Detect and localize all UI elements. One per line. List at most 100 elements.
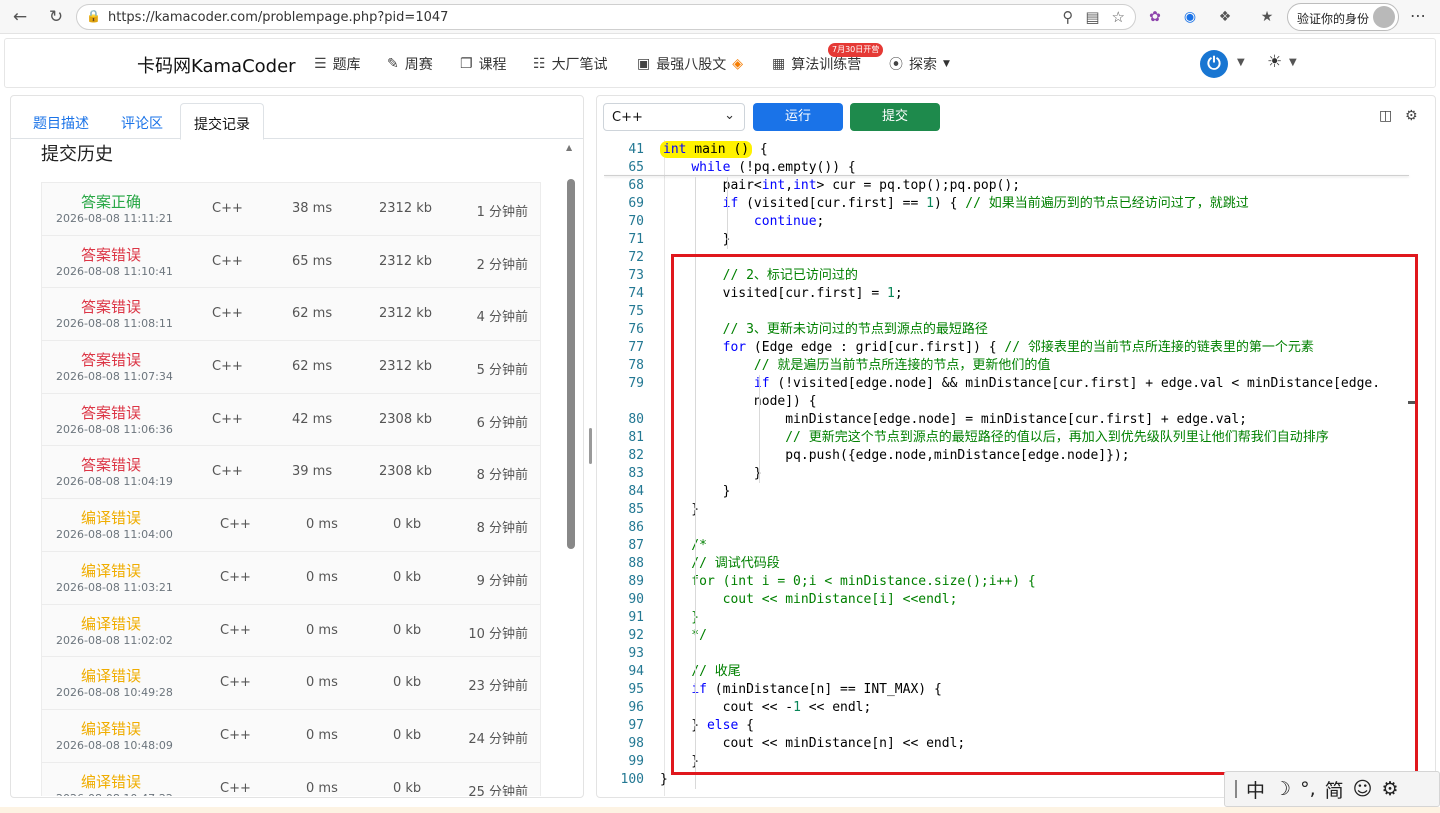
submission-memory: 0 kb xyxy=(393,780,422,796)
submission-row[interactable]: 答案错误 2026-08-08 11:04:19 C++ 39 ms 2308 kb 8 … xyxy=(41,445,541,499)
submission-runtime: 65 ms xyxy=(292,253,333,269)
theme-icon[interactable]: ☀ xyxy=(1267,52,1282,72)
favorite-icon[interactable]: ☆ xyxy=(1112,8,1125,26)
submission-status[interactable]: 答案正确 xyxy=(42,191,180,212)
ime-mode-chinese[interactable]: 中 xyxy=(1246,776,1265,803)
nav-problems[interactable]: ☰ 题库 xyxy=(314,54,361,74)
document-icon: ☷ xyxy=(533,56,546,72)
chevron-down-icon[interactable]: ▼ xyxy=(1237,57,1245,68)
code-view-icon[interactable]: ◫ xyxy=(1379,108,1392,124)
nav-courses[interactable]: ❐ 课程 xyxy=(460,54,507,74)
nav-written-tests[interactable]: ☷ 大厂笔试 xyxy=(533,54,608,74)
gear-icon[interactable]: ⚙ xyxy=(1405,108,1418,124)
line-number: 68 xyxy=(628,178,644,193)
nav-baguwen[interactable]: ▣ 最强八股文 ◈ xyxy=(637,54,743,74)
emoji-icon[interactable]: ☺ xyxy=(1353,778,1373,800)
code-line[interactable]: 41 int main () { xyxy=(604,141,1404,159)
submit-button[interactable]: 提交 xyxy=(850,103,940,131)
ime-simplified[interactable]: 简 xyxy=(1325,776,1344,803)
submission-row[interactable]: 答案错误 2026-08-08 11:06:36 C++ 42 ms 2308 kb 6 … xyxy=(41,392,541,446)
nav-explore[interactable]: ⦿ 探索 ▼ xyxy=(889,54,950,74)
submission-age: 25 分钟前 xyxy=(468,784,528,796)
submission-row[interactable]: 编译错误 2026-08-08 10:49:28 C++ 0 ms 0 kb 23 分钟前 xyxy=(41,656,541,709)
submission-runtime: 42 ms xyxy=(292,411,333,427)
submission-row[interactable]: 编译错误 2026-08-08 11:04:00 C++ 0 ms 0 kb 8 分钟前 xyxy=(41,498,541,551)
submission-row[interactable]: 答案错误 2026-08-08 11:10:41 C++ 65 ms 2312 kb 2 … xyxy=(41,234,541,288)
submission-row[interactable]: 答案错误 2026-08-08 11:07:34 C++ 62 ms 2312 kb 5 … xyxy=(41,340,541,393)
submission-status[interactable]: 编译错误 xyxy=(42,718,180,739)
submission-language: C++ xyxy=(220,780,251,796)
submission-row[interactable]: 编译错误2026-08-08 10:47:22 C++ 0 ms 0 kb 25 分钟前 xyxy=(41,761,541,796)
code-line[interactable]: 65 while (!pq.empty()) { xyxy=(604,159,1404,177)
submission-memory: 0 kb xyxy=(393,622,422,638)
profile-button[interactable]: 验证你的身份 xyxy=(1287,3,1399,31)
reload-icon[interactable]: ↻ xyxy=(44,6,68,28)
address-bar-actions: ⚲ ▤ ☆ xyxy=(1062,8,1125,26)
line-number: 86 xyxy=(628,520,644,535)
submission-status[interactable]: 编译错误 xyxy=(42,507,180,528)
line-number: 83 xyxy=(628,466,644,481)
submission-row[interactable]: 答案错误 2026-08-08 11:08:11 C++ 62 ms 2312 kb 4 … xyxy=(41,287,541,341)
moon-icon[interactable]: ☽ xyxy=(1274,778,1291,800)
submission-status[interactable]: 编译错误 xyxy=(42,771,180,792)
line-number: 99 xyxy=(628,754,644,769)
code-line[interactable]: 68 pair<int,int> cur = pq.top();pq.pop()… xyxy=(604,177,1404,195)
address-bar[interactable]: 🔒 https://kamacoder.com/problempage.php?… xyxy=(76,4,1136,30)
ime-settings-icon[interactable]: ⚙ xyxy=(1381,778,1398,800)
line-number: 79 xyxy=(628,376,644,391)
language-select[interactable]: C++ ⌄ xyxy=(603,103,745,131)
site-logo[interactable]: 卡码网KamaCoder xyxy=(137,52,296,78)
tab-comments[interactable]: 评论区 xyxy=(121,113,163,133)
history-title: 提交历史 xyxy=(41,144,113,165)
indent-guide xyxy=(727,177,728,249)
code-line[interactable]: 71 } xyxy=(604,231,1404,249)
scroll-up-icon[interactable]: ▲ xyxy=(566,143,572,152)
zoom-icon[interactable]: ⚲ xyxy=(1062,8,1073,26)
tab-description[interactable]: 题目描述 xyxy=(33,113,89,133)
line-number: 90 xyxy=(628,592,644,607)
submission-language: C++ xyxy=(212,201,243,216)
submission-time: 2026-08-08 10:48:09 xyxy=(56,738,173,752)
submission-row[interactable]: 编译错误 2026-08-08 10:48:09 C++ 0 ms 0 kb 24 分钟前 xyxy=(41,708,541,762)
tab-bar: 题目描述 评论区 提交记录 xyxy=(11,96,583,140)
back-icon[interactable]: ← xyxy=(8,6,32,28)
submission-status[interactable]: 编译错误 xyxy=(42,665,180,686)
line-number: 80 xyxy=(628,412,644,427)
power-icon[interactable]: ⏻ xyxy=(1200,50,1228,78)
submission-memory: 0 kb xyxy=(393,675,422,691)
code-line[interactable]: 69 if (visited[cur.first] == 1) { // 如果当… xyxy=(604,195,1404,213)
submission-status[interactable]: 答案错误 xyxy=(42,402,180,423)
nav-weekly[interactable]: ✎ 周赛 xyxy=(387,54,433,74)
nav-training-camp[interactable]: ▦ 算法训练营 xyxy=(772,54,861,74)
submission-status[interactable]: 答案错误 xyxy=(42,244,180,265)
code-line[interactable]: 70 continue; xyxy=(604,213,1404,231)
profile-label: 验证你的身份 xyxy=(1297,12,1370,26)
submission-status[interactable]: 编译错误 xyxy=(42,613,180,634)
tab-submissions[interactable]: 提交记录 xyxy=(180,103,264,140)
reader-icon[interactable]: ▤ xyxy=(1085,8,1099,26)
run-button[interactable]: 运行 xyxy=(753,103,843,131)
ime-handle[interactable] xyxy=(1235,780,1237,798)
submission-age: 9 分钟前 xyxy=(476,573,528,589)
submission-status[interactable]: 答案错误 xyxy=(42,349,180,370)
panel-resize-handle[interactable] xyxy=(589,428,592,464)
line-number: 89 xyxy=(628,574,644,589)
submission-row[interactable]: 编译错误 2026-08-08 11:03:21 C++ 0 ms 0 kb 9 分钟前 xyxy=(41,550,541,604)
chevron-down-icon[interactable]: ▼ xyxy=(1289,57,1297,68)
favorites-icon[interactable]: ★ xyxy=(1256,6,1278,28)
scrollbar[interactable]: ▲ xyxy=(566,141,576,796)
scroll-thumb[interactable] xyxy=(567,179,575,549)
submission-row[interactable]: 答案正确 2026-08-08 11:11:21 C++ 38 ms 2312 kb 1 … xyxy=(41,182,541,235)
copy-icon: ❐ xyxy=(460,56,473,72)
extension-icon[interactable]: ◉ xyxy=(1179,6,1201,28)
line-number: 70 xyxy=(628,214,644,229)
submission-row[interactable]: 编译错误 2026-08-08 11:02:02 C++ 0 ms 0 kb 10 分钟前 xyxy=(41,603,541,657)
submission-status[interactable]: 编译错误 xyxy=(42,560,180,581)
extension-icon[interactable]: ✿ xyxy=(1144,6,1166,28)
more-icon[interactable]: ⋯ xyxy=(1410,6,1426,25)
chevron-down-icon: ⌄ xyxy=(724,108,735,123)
extension-icon[interactable]: ❖ xyxy=(1214,6,1236,28)
submission-status[interactable]: 答案错误 xyxy=(42,454,180,475)
submission-status[interactable]: 答案错误 xyxy=(42,296,180,317)
punctuation-icon[interactable]: °, xyxy=(1300,778,1316,800)
